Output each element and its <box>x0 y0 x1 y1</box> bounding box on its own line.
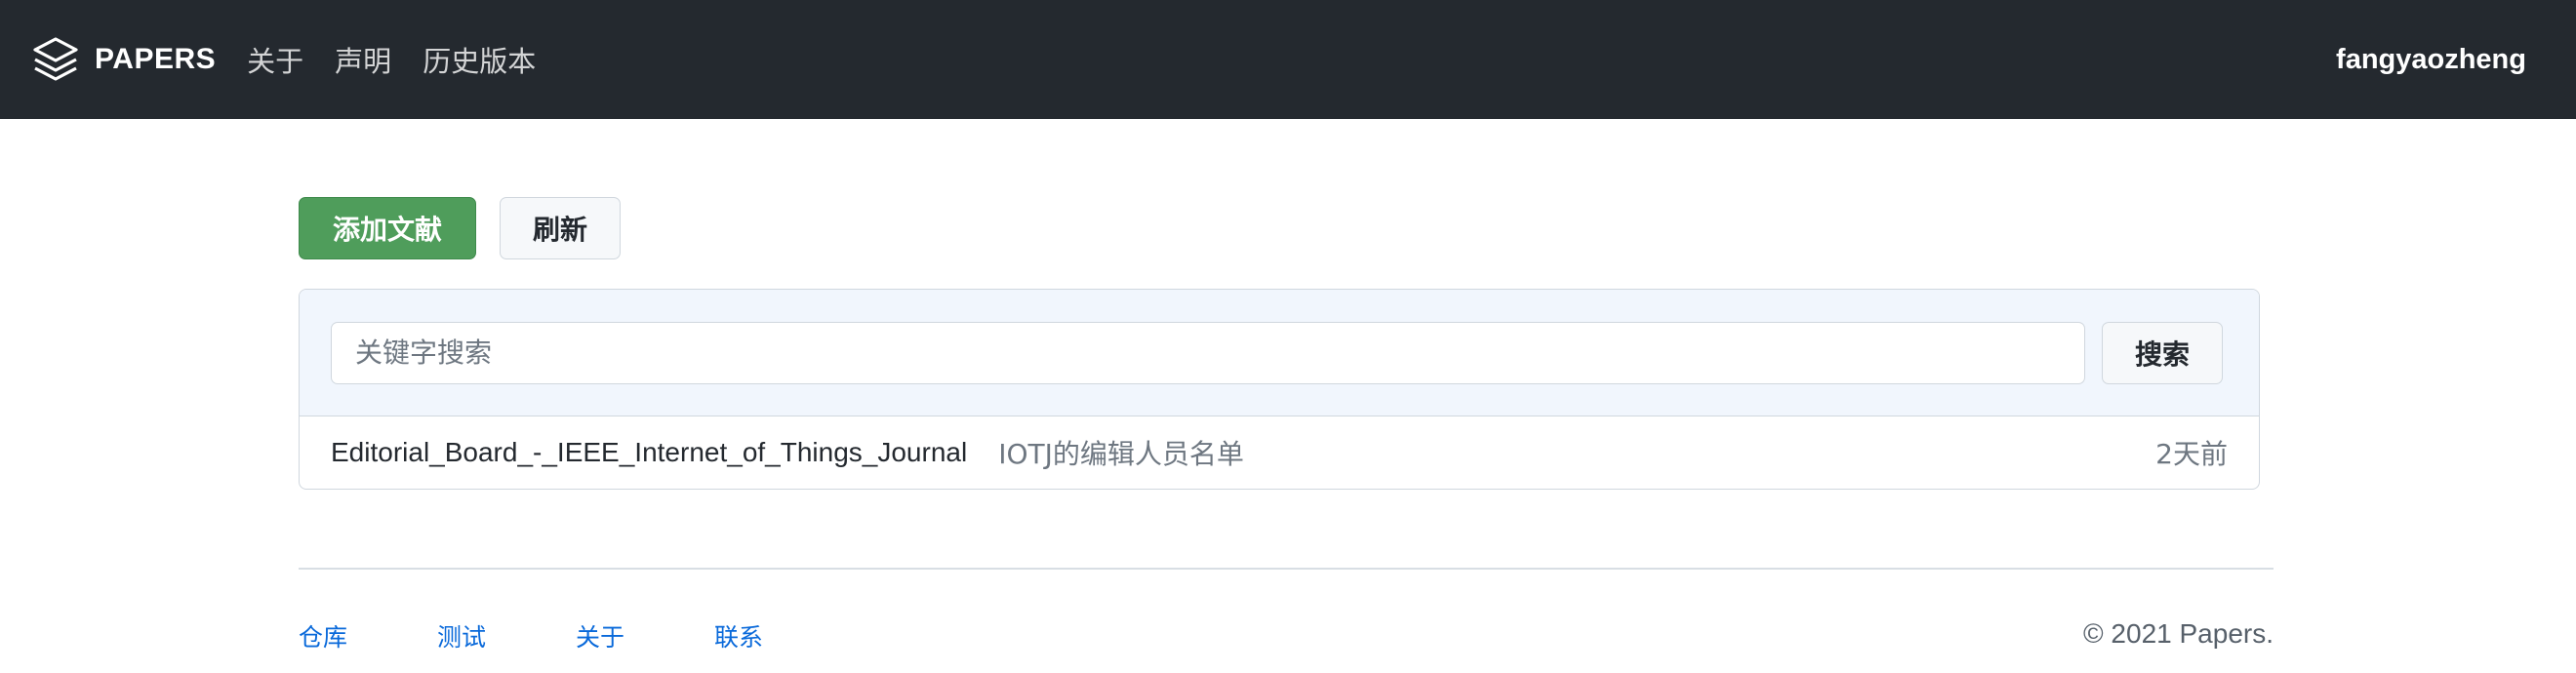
add-paper-button[interactable]: 添加文献 <box>299 197 476 259</box>
paper-timestamp: 2天前 <box>2155 438 2228 470</box>
copyright: © 2021 Papers. <box>2083 618 2274 649</box>
refresh-button[interactable]: 刷新 <box>500 197 621 259</box>
nav-statement[interactable]: 声明 <box>335 39 391 80</box>
footer-link-contact[interactable]: 联系 <box>714 618 763 653</box>
search-bar: 搜索 <box>300 290 2259 416</box>
action-bar: 添加文献 刷新 <box>299 197 2260 259</box>
brand-name[interactable]: PAPERS <box>95 43 216 76</box>
footer-links: 仓库 测试 关于 联系 <box>299 618 853 653</box>
search-button[interactable]: 搜索 <box>2102 321 2223 384</box>
user-menu[interactable]: fangyaozheng <box>2336 44 2526 76</box>
paper-title[interactable]: Editorial_Board_-_IEEE_Internet_of_Thing… <box>331 437 967 468</box>
footer-link-repo[interactable]: 仓库 <box>299 618 347 653</box>
paper-description: IOTJ的编辑人员名单 <box>998 438 1244 470</box>
nav-history[interactable]: 历史版本 <box>423 39 536 80</box>
search-input[interactable] <box>331 321 2085 384</box>
main-content: 添加文献 刷新 搜索 Editorial_Board_-_IEEE_Intern… <box>299 197 2260 490</box>
footer-divider <box>299 568 2274 570</box>
list-item[interactable]: Editorial_Board_-_IEEE_Internet_of_Thing… <box>300 416 2259 489</box>
nav-about[interactable]: 关于 <box>247 39 303 80</box>
top-nav-bar: PAPERS 关于 声明 历史版本 fangyaozheng <box>0 0 2576 119</box>
footer-link-test[interactable]: 测试 <box>437 618 486 653</box>
footer-link-about[interactable]: 关于 <box>576 618 624 653</box>
paper-list-box: 搜索 Editorial_Board_-_IEEE_Internet_of_Th… <box>299 289 2260 490</box>
layers-icon[interactable] <box>30 34 81 85</box>
